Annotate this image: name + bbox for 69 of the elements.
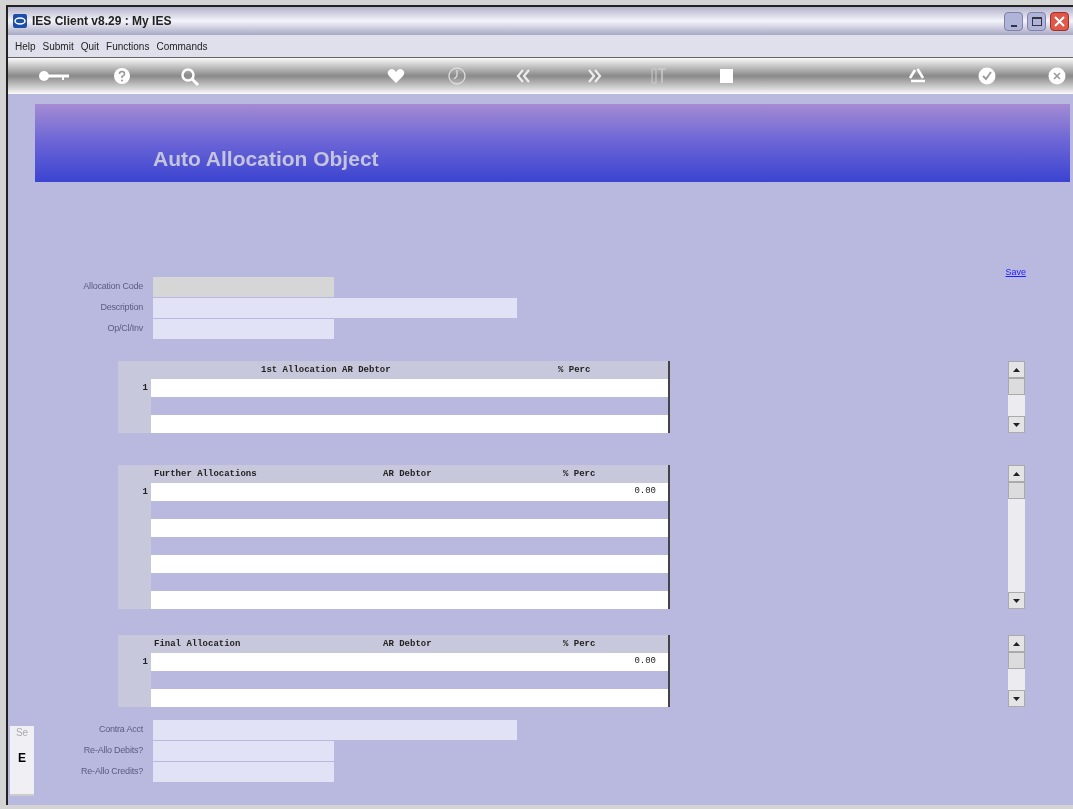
column-header: Further Allocations [154,468,257,481]
table-row[interactable]: 0.00 [151,653,668,671]
menu-item[interactable]: Functions [106,38,150,54]
clock-icon[interactable] [448,67,466,85]
scroll-thumb[interactable] [1008,378,1025,395]
input-field[interactable] [153,720,517,740]
table-row[interactable]: 0.00 [151,483,668,501]
page-title: Auto Allocation Object [153,145,379,172]
input-field[interactable] [153,298,517,318]
cancel-icon[interactable] [1048,67,1066,85]
menu-item[interactable]: Submit [42,38,74,54]
scrollbar[interactable] [1008,635,1025,707]
column-header: Final Allocation [154,638,241,651]
input-field[interactable] [153,319,334,339]
scrollbar[interactable] [1008,361,1025,433]
input-field[interactable] [153,762,334,782]
down-arrow-icon [1013,598,1020,603]
down-arrow-icon [1013,696,1020,701]
field-label: Re-Allo Debits? [83,744,143,758]
scroll-down-button[interactable] [1008,416,1025,433]
menu-item[interactable]: Commands [156,38,208,54]
scroll-thumb[interactable] [1008,652,1025,669]
window-title: IES Client v8.29 : My IES [32,13,172,30]
percent-value: 0.00 [634,655,656,669]
panel-key: E [18,752,26,764]
scroll-up-button[interactable] [1008,465,1025,482]
row-number: 1 [142,487,148,497]
menu-item[interactable]: Quit [80,38,100,54]
scroll-up-button[interactable] [1008,635,1025,652]
row-number: 1 [142,657,148,667]
column-header: 1st Allocation AR Debtor [261,364,391,377]
search-icon[interactable] [180,67,200,87]
row-number: 1 [142,383,148,393]
field-label: Op/Cl/Inv [107,322,143,336]
help-icon[interactable] [113,67,131,85]
panel-label: Se [15,728,29,738]
app-icon [12,13,28,29]
column-header: % Perc [558,364,591,377]
field-label: Contra Acct [98,723,143,737]
menu-item[interactable]: Help [15,38,36,54]
heart-icon[interactable] [387,68,405,84]
column-header: AR Debtor [383,638,432,651]
close-button[interactable] [1050,11,1069,31]
check-icon[interactable] [978,67,996,85]
field-label: Re-Allo Credits? [81,765,143,779]
key-icon[interactable] [38,69,70,83]
scroll-up-button[interactable] [1008,361,1025,378]
field-label: Allocation Code [83,280,143,294]
save-link[interactable]: Save [1005,266,1026,278]
scroll-down-button[interactable] [1008,592,1025,609]
column-header: % Perc [563,638,596,651]
down-arrow-icon [1013,422,1020,427]
up-arrow-icon [1013,471,1020,476]
percent-value: 0.00 [634,485,656,499]
maximize-button[interactable] [1027,11,1046,31]
scroll-down-button[interactable] [1008,690,1025,707]
scrollbar[interactable] [1008,465,1025,609]
up-arrow-icon [1013,641,1020,646]
close-icon [1054,15,1065,27]
rewind-icon[interactable] [516,69,532,83]
stop-icon[interactable] [719,68,734,84]
column-header: % Perc [563,468,596,481]
input-field[interactable] [153,741,334,761]
field-label: Description [100,301,143,315]
fast-forward-icon[interactable] [586,69,602,83]
minimize-button[interactable] [1004,11,1023,31]
column-header: AR Debtor [383,468,432,481]
scroll-thumb[interactable] [1008,482,1025,499]
up-arrow-icon [1013,367,1020,372]
